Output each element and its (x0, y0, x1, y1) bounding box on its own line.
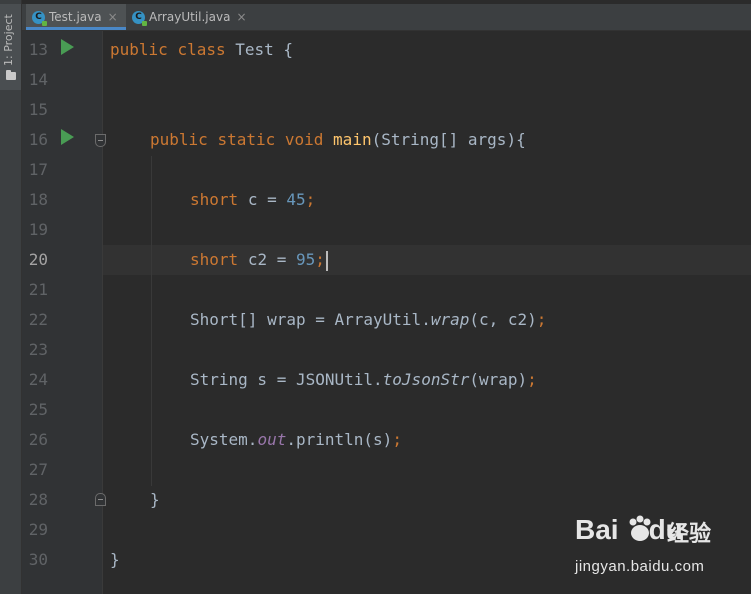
code-line-26: System.out.println(s); (190, 430, 402, 449)
line-number: 15 (28, 100, 48, 119)
java-class-icon: C (32, 10, 47, 26)
folder-icon (6, 70, 16, 80)
close-icon[interactable]: × (108, 10, 118, 24)
code-line-22: Short[] wrap = ArrayUtil.wrap(c, c2); (190, 310, 547, 329)
fold-icon[interactable] (95, 134, 106, 147)
watermark-url: jingyan.baidu.com (575, 558, 705, 575)
line-number: 18 (28, 190, 48, 209)
code-line-24: String s = JSONUtil.toJsonStr(wrap); (190, 370, 537, 389)
code-line-16: public static void main(String[] args){ (150, 130, 526, 149)
run-class-icon[interactable] (61, 39, 74, 55)
code-line-18: short c = 45; (190, 190, 316, 209)
line-number: 14 (28, 70, 48, 89)
line-number: 30 (28, 550, 48, 569)
text-caret (325, 250, 328, 271)
watermark-cn: 经验 (667, 522, 712, 547)
editor-tab-bar: C Test.java × C ArrayUtil.java × (22, 4, 751, 31)
line-number: 27 (28, 460, 48, 479)
java-class-icon: C (132, 10, 147, 26)
tab-label: Test.java (49, 10, 102, 24)
baidu-jingyan-watermark: Bai du 经验 jingyan.baidu.com (575, 514, 747, 584)
code-line-20: short c2 = 95; (190, 245, 328, 275)
project-tool-tab[interactable]: 1: Project (0, 4, 21, 90)
line-number: 16 (28, 130, 48, 149)
line-number: 24 (28, 370, 48, 389)
fold-icon[interactable] (95, 493, 106, 506)
line-number: 29 (28, 520, 48, 539)
tool-window-strip: 1: Project (0, 0, 22, 594)
line-number: 22 (28, 310, 48, 329)
line-number: 25 (28, 400, 48, 419)
code-editor[interactable]: 13 14 15 16 17 18 19 20 21 22 23 24 25 26 27 28 29 30 pub… (22, 31, 751, 594)
close-icon[interactable]: × (236, 10, 246, 24)
line-number: 26 (28, 430, 48, 449)
run-method-icon[interactable] (61, 129, 74, 145)
project-tool-label: 1: Project (2, 14, 15, 66)
code-line-13: public class Test { (110, 40, 294, 59)
code-line-30: } (110, 550, 120, 569)
line-number: 17 (28, 160, 48, 179)
paw-icon (629, 515, 651, 541)
line-number: 21 (28, 280, 48, 299)
indent-guide (151, 156, 152, 486)
tab-test-java[interactable]: C Test.java × (26, 4, 126, 30)
line-number: 13 (28, 40, 48, 59)
line-number: 20 (28, 250, 48, 269)
line-number: 23 (28, 340, 48, 359)
tab-label: ArrayUtil.java (149, 10, 231, 24)
code-line-28: } (150, 490, 160, 509)
line-number: 19 (28, 220, 48, 239)
tab-arrayutil-java[interactable]: C ArrayUtil.java × (126, 4, 250, 30)
line-number: 28 (28, 490, 48, 509)
